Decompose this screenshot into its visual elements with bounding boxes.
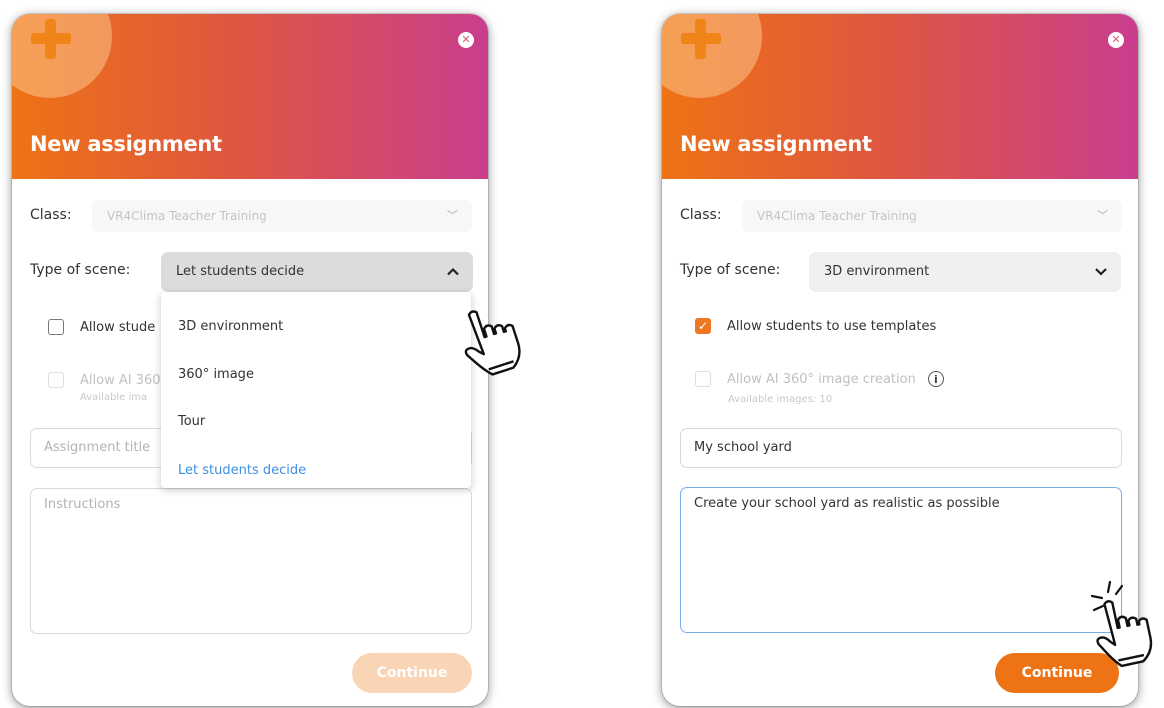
chevron-down-icon: ﹀	[1097, 209, 1108, 222]
chevron-down-icon: ﹀	[447, 209, 458, 222]
menu-item-360-image[interactable]: 360° image	[178, 367, 254, 382]
assignment-title-placeholder: Assignment title	[44, 440, 151, 455]
instructions-textarea[interactable]: Create your school yard as realistic as …	[680, 487, 1122, 633]
click-hand-cursor-icon	[1090, 580, 1153, 668]
scene-type-select[interactable]: Let students decide	[161, 252, 473, 292]
class-select: VR4Clima Teacher Training ﹀	[92, 200, 472, 232]
plus-icon-badge	[12, 14, 112, 98]
ai-checkbox	[48, 372, 64, 388]
chevron-down-icon	[1095, 268, 1107, 276]
dialog-title: New assignment	[680, 132, 872, 156]
instructions-textarea[interactable]: Instructions	[30, 488, 472, 634]
class-label: Class:	[30, 207, 72, 223]
class-select: VR4Clima Teacher Training ﹀	[742, 200, 1122, 232]
ai-available-text: Available images: 10	[728, 394, 833, 405]
class-label: Class:	[680, 207, 722, 223]
templates-checkbox-row[interactable]: Allow stude	[48, 319, 155, 335]
templates-checkbox[interactable]	[48, 319, 64, 335]
continue-button[interactable]: Continue	[352, 653, 472, 693]
ai-checkbox	[695, 371, 711, 387]
class-value: VR4Clima Teacher Training	[107, 209, 267, 223]
menu-item-let-students-decide[interactable]: Let students decide	[178, 463, 306, 478]
scene-label: Type of scene:	[30, 262, 131, 278]
templates-checkbox-checked[interactable]: ✓	[695, 318, 711, 334]
menu-item-tour[interactable]: Tour	[178, 414, 205, 429]
close-icon[interactable]: ✕	[1108, 32, 1124, 48]
instructions-placeholder: Instructions	[44, 497, 121, 512]
scene-value: Let students decide	[176, 264, 305, 279]
chevron-up-icon	[447, 267, 459, 276]
templates-label: Allow students to use templates	[727, 318, 937, 334]
templates-label: Allow stude	[80, 319, 156, 335]
dialog-header: ✕ New assignment	[12, 14, 488, 179]
dialog-header: ✕ New assignment	[662, 14, 1138, 179]
info-icon[interactable]: i	[927, 371, 944, 387]
close-icon[interactable]: ✕	[458, 32, 474, 48]
dialog-title: New assignment	[30, 132, 222, 156]
new-assignment-dialog-right: ✕ New assignment Class: VR4Clima Teacher…	[662, 14, 1138, 706]
ai-checkbox-row: Allow AI 360° image creation i	[695, 371, 944, 387]
assignment-title-input[interactable]: My school yard	[680, 428, 1122, 468]
plus-icon-badge	[662, 14, 762, 98]
ai-checkbox-row: Allow AI 360	[48, 372, 161, 388]
ai-label: Allow AI 360° image creation	[727, 371, 916, 387]
plus-icon	[31, 19, 71, 59]
plus-icon	[681, 19, 721, 59]
class-value: VR4Clima Teacher Training	[757, 209, 917, 223]
templates-checkbox-row[interactable]: ✓ Allow students to use templates	[695, 318, 936, 334]
scene-value: 3D environment	[824, 264, 930, 279]
scene-type-dropdown-menu: 3D environment 360° image Tour Let stude…	[161, 292, 471, 488]
menu-item-3d-environment[interactable]: 3D environment	[178, 319, 283, 334]
new-assignment-dialog-left: ✕ New assignment Class: VR4Clima Teacher…	[12, 14, 488, 706]
ai-available-text: Available ima	[80, 392, 148, 403]
scene-type-select[interactable]: 3D environment	[809, 252, 1121, 292]
scene-label: Type of scene:	[680, 262, 781, 278]
hand-cursor-icon	[464, 310, 521, 376]
assignment-title-value: My school yard	[694, 440, 792, 455]
ai-label: Allow AI 360	[80, 372, 161, 388]
instructions-value: Create your school yard as realistic as …	[694, 496, 1000, 511]
